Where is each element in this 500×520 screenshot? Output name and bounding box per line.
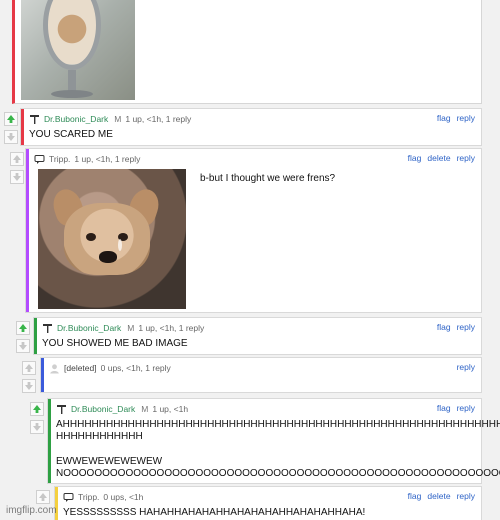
comment-text-line-5: NOOOOOOOOOOOOOOOOOOOOOOOOOOOOOOOOOOOOOOO… xyxy=(56,468,500,479)
username[interactable]: Tripp. xyxy=(78,492,99,502)
comment-actions: flag reply xyxy=(437,322,475,332)
flag-link[interactable]: flag xyxy=(437,403,451,413)
flag-link[interactable]: flag xyxy=(408,491,422,501)
user-mark: M xyxy=(141,404,149,414)
up-arrow-icon[interactable] xyxy=(30,402,44,416)
reply-link[interactable]: reply xyxy=(457,113,475,123)
up-arrow-icon[interactable] xyxy=(22,361,36,375)
flag-link[interactable]: flag xyxy=(408,153,422,163)
down-arrow-icon[interactable] xyxy=(22,379,36,393)
reply-link[interactable]: reply xyxy=(457,491,475,501)
speech-bubble-icon xyxy=(34,154,45,165)
down-arrow-icon[interactable] xyxy=(30,420,44,434)
mirror-base xyxy=(51,90,93,98)
comment-1: Dr.Bubonic_Dark M 1 up, <1h, 1 reply fla… xyxy=(20,108,482,146)
up-arrow-icon[interactable] xyxy=(36,490,50,504)
vote-controls xyxy=(8,148,24,188)
user-badge-icon xyxy=(56,404,67,415)
comment-depth-bar xyxy=(41,358,44,392)
comment-2: Tripp. 1 up, <1h, 1 reply flag delete re… xyxy=(25,148,482,313)
mirror-shape xyxy=(43,0,101,70)
comment-stats: 1 up, <1h, 1 reply xyxy=(125,114,192,124)
comment-meta: Tripp. 1 up, <1h, 1 reply xyxy=(34,153,140,165)
user-mark: M xyxy=(114,114,122,124)
dog-nose xyxy=(99,251,117,263)
comment-meta: Dr.Bubonic_Dark M 1 up, <1h xyxy=(56,403,188,415)
comment-stats: 0 ups, <1h xyxy=(103,492,144,502)
up-arrow-icon[interactable] xyxy=(16,321,30,335)
username[interactable]: Dr.Bubonic_Dark xyxy=(44,114,108,124)
username[interactable]: Dr.Bubonic_Dark xyxy=(57,323,121,333)
deleted-user-icon xyxy=(49,363,60,374)
flag-link[interactable]: flag xyxy=(437,322,451,332)
dog-tear xyxy=(118,239,122,251)
comment-actions: flag reply xyxy=(437,113,475,123)
comment-stats: 0 ups, <1h, 1 reply xyxy=(100,363,171,373)
user-badge-icon xyxy=(29,114,40,125)
comment-depth-bar xyxy=(26,149,29,312)
delete-link[interactable]: delete xyxy=(427,153,450,163)
delete-link[interactable]: delete xyxy=(427,491,450,501)
comment-actions: flag reply xyxy=(437,403,475,413)
user-mark: M xyxy=(127,323,135,333)
comment-depth-bar xyxy=(21,109,24,145)
dog-head xyxy=(64,203,150,275)
comment-image xyxy=(38,169,186,309)
vote-controls xyxy=(2,108,18,148)
up-arrow-icon[interactable] xyxy=(10,152,24,166)
comment-stats: 1 up, <1h xyxy=(152,404,189,414)
comment-text-line-4: EWWEWEWEWEWEW xyxy=(56,456,163,467)
reply-link[interactable]: reply xyxy=(457,153,475,163)
comment-actions: reply xyxy=(457,362,475,372)
vote-controls xyxy=(28,398,44,438)
comment-thread: Dr.Bubonic_Dark M 1 up, <1h, 1 reply fla… xyxy=(0,0,500,520)
comment-actions: flag delete reply xyxy=(408,491,475,501)
comment-text: b-but I thought we were frens? xyxy=(200,173,336,184)
comment-stats: 1 up, <1h, 1 reply xyxy=(74,154,141,164)
dog-eye xyxy=(86,233,96,241)
vote-controls xyxy=(20,357,36,397)
comment-text-line-1: AHHHHHHHHHHHHHHHHHHHHHHHHHHHHHHHHHHHHHHH… xyxy=(56,419,500,430)
reply-link[interactable]: reply xyxy=(457,362,475,372)
comment-6: Tripp. 0 ups, <1h flag delete reply YESS… xyxy=(54,486,482,520)
comment-3: Dr.Bubonic_Dark M 1 up, <1h, 1 reply fla… xyxy=(33,317,482,355)
comment-stats: 1 up, <1h, 1 reply xyxy=(138,323,205,333)
parent-image-post xyxy=(12,0,482,104)
comment-depth-bar xyxy=(34,318,37,354)
down-arrow-icon[interactable] xyxy=(4,130,18,144)
comment-actions: flag delete reply xyxy=(408,153,475,163)
parent-image xyxy=(21,0,135,100)
username: [deleted] xyxy=(64,363,97,373)
comment-text: YOU SCARED ME xyxy=(29,129,113,140)
reply-link[interactable]: reply xyxy=(457,322,475,332)
speech-bubble-icon xyxy=(63,492,74,503)
comment-meta: [deleted] 0 ups, <1h, 1 reply xyxy=(49,362,171,374)
comment-meta: Tripp. 0 ups, <1h xyxy=(63,491,143,503)
vote-controls xyxy=(14,317,30,357)
user-badge-icon xyxy=(42,323,53,334)
comment-depth-bar xyxy=(48,399,51,483)
comment-5: Dr.Bubonic_Dark M 1 up, <1h flag reply A… xyxy=(47,398,500,484)
down-arrow-icon[interactable] xyxy=(16,339,30,353)
up-arrow-icon[interactable] xyxy=(4,112,18,126)
down-arrow-icon[interactable] xyxy=(10,170,24,184)
comment-4: [deleted] 0 ups, <1h, 1 reply reply xyxy=(40,357,482,393)
comment-text: YOU SHOWED ME BAD IMAGE xyxy=(42,338,188,349)
comment-meta: Dr.Bubonic_Dark M 1 up, <1h, 1 reply xyxy=(42,322,204,334)
username[interactable]: Tripp. xyxy=(49,154,70,164)
comment-meta: Dr.Bubonic_Dark M 1 up, <1h, 1 reply xyxy=(29,113,191,125)
reply-link[interactable]: reply xyxy=(457,403,475,413)
comment-text: YESSSSSSSSS HAHAHHAHAHAHHAHAHAHAHHAHAHAH… xyxy=(63,507,366,518)
flag-link[interactable]: flag xyxy=(437,113,451,123)
comment-text-line-2: HHHHHHHHHHHH xyxy=(56,431,143,442)
username[interactable]: Dr.Bubonic_Dark xyxy=(71,404,135,414)
imgflip-watermark: imgflip.com xyxy=(6,505,57,516)
